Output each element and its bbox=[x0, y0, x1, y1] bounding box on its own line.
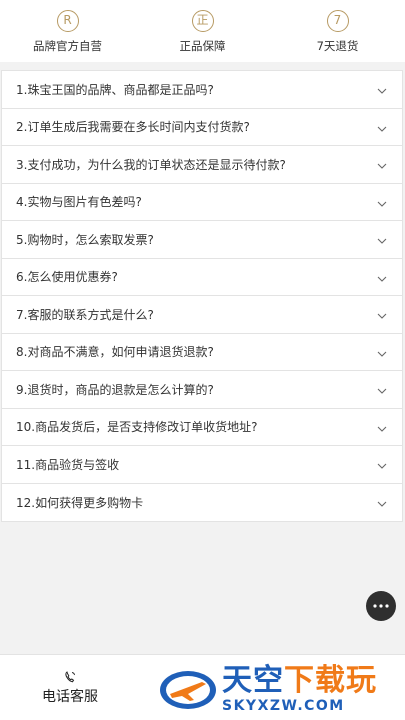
faq-item[interactable]: 4.实物与图片有色差吗? bbox=[2, 184, 402, 221]
badge-label: 正品保障 bbox=[179, 39, 226, 53]
faq-item[interactable]: 9.退货时，商品的退款是怎么计算的? bbox=[2, 371, 402, 409]
faq-question: 7.客服的联系方式是什么? bbox=[16, 307, 154, 322]
chevron-down-icon bbox=[377, 238, 387, 245]
badge-label: 品牌官方自营 bbox=[33, 39, 102, 53]
chevron-down-icon bbox=[377, 276, 387, 282]
chevron-down-icon bbox=[377, 501, 387, 508]
registered-icon: R bbox=[56, 10, 79, 32]
chevron-down-icon bbox=[377, 463, 387, 470]
faq-question: 9.退货时，商品的退款是怎么计算的? bbox=[16, 382, 214, 397]
phone-service-button[interactable]: 电话客服 bbox=[0, 655, 140, 720]
faq-question: 5.购物时，怎么索取发票? bbox=[16, 232, 154, 247]
badge-label: 7天退货 bbox=[316, 39, 359, 53]
faq-item[interactable]: 6.怎么使用优惠券? bbox=[2, 259, 402, 296]
faq-question: 10.商品发货后，是否支持修改订单收货地址? bbox=[16, 420, 258, 435]
more-button[interactable] bbox=[366, 591, 396, 621]
badge-genuine: 正 正品保障 bbox=[135, 0, 270, 62]
faq-question: 6.怎么使用优惠券? bbox=[16, 270, 118, 285]
faq-question: 11.商品验货与签收 bbox=[16, 457, 120, 472]
faq-question: 12.如何获得更多购物卡 bbox=[16, 495, 144, 510]
chevron-down-icon bbox=[377, 313, 387, 320]
faq-question: 2.订单生成后我需要在多长时间内支付货款? bbox=[16, 120, 250, 135]
watermark-url: SKYXZW.COM bbox=[222, 698, 345, 714]
faq-question: 4.实物与图片有色差吗? bbox=[16, 195, 142, 210]
chevron-down-icon bbox=[377, 163, 387, 170]
phone-icon bbox=[65, 671, 75, 683]
watermark-cn-2: 下载玩 bbox=[284, 663, 377, 698]
faq-question: 8.对商品不满意，如何申请退货退款? bbox=[16, 345, 214, 360]
faq-item[interactable]: 10.商品发货后，是否支持修改订单收货地址? bbox=[2, 409, 402, 446]
faq-item[interactable]: 5.购物时，怎么索取发票? bbox=[2, 221, 402, 259]
chevron-down-icon bbox=[377, 388, 387, 395]
chevron-down-icon bbox=[377, 351, 387, 357]
plane-logo-icon bbox=[160, 671, 216, 709]
faq-question: 3.支付成功，为什么我的订单状态还是显示待付款? bbox=[16, 157, 286, 172]
site-watermark: 天空下载玩 SKYXZW.COM bbox=[158, 660, 405, 720]
badge-return: 7 7天退货 bbox=[270, 0, 405, 62]
faq-item[interactable]: 12.如何获得更多购物卡 bbox=[2, 484, 402, 522]
chevron-down-icon bbox=[377, 126, 387, 132]
faq-item[interactable]: 8.对商品不满意，如何申请退货退款? bbox=[2, 334, 402, 371]
phone-service-label: 电话客服 bbox=[42, 689, 98, 705]
badge-official: R 品牌官方自营 bbox=[0, 0, 135, 62]
chevron-down-icon bbox=[377, 201, 387, 207]
faq-item[interactable]: 3.支付成功，为什么我的订单状态还是显示待付款? bbox=[2, 146, 402, 184]
seven-day-icon: 7 bbox=[326, 10, 349, 32]
watermark-cn-1: 天空 bbox=[222, 663, 284, 698]
faq-item[interactable]: 7.客服的联系方式是什么? bbox=[2, 296, 402, 334]
faq-question: 1.珠宝王国的品牌、商品都是正品吗? bbox=[16, 82, 214, 97]
faq-item[interactable]: 2.订单生成后我需要在多长时间内支付货款? bbox=[2, 109, 402, 146]
genuine-icon: 正 bbox=[191, 10, 214, 32]
faq-list: 1.珠宝王国的品牌、商品都是正品吗? 2.订单生成后我需要在多长时间内支付货款?… bbox=[1, 70, 403, 522]
chevron-down-icon bbox=[377, 426, 387, 432]
guarantee-badges: R 品牌官方自营 正 正品保障 7 7天退货 bbox=[0, 0, 405, 62]
faq-item[interactable]: 11.商品验货与签收 bbox=[2, 446, 402, 484]
chevron-down-icon bbox=[377, 88, 387, 95]
more-dots-icon bbox=[373, 604, 389, 608]
faq-item[interactable]: 1.珠宝王国的品牌、商品都是正品吗? bbox=[2, 71, 402, 109]
